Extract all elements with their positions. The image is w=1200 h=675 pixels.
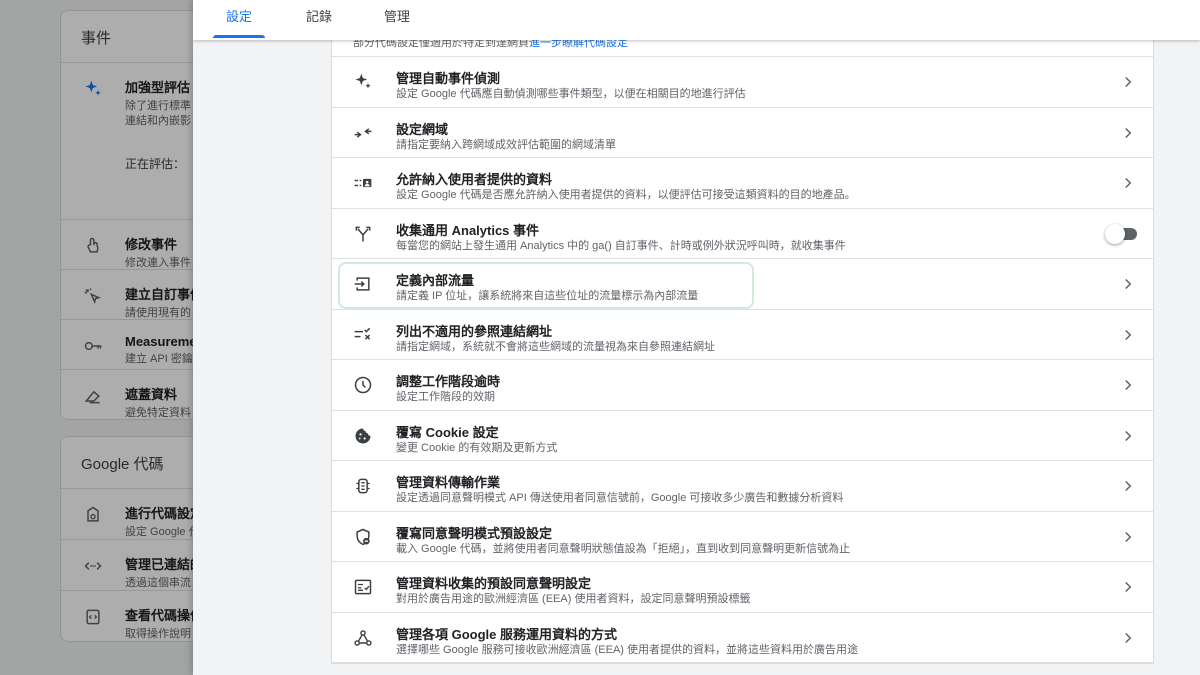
setting-session-timeout[interactable]: 調整工作階段逾時 設定工作階段的效期 — [332, 360, 1153, 411]
chevron-right-icon[interactable] — [1119, 326, 1137, 344]
setting-user-provided-data[interactable]: 允許納入使用者提供的資料 設定 Google 代碼是否應允許納入使用者提供的資料… — [332, 158, 1153, 209]
setting-override-cookie[interactable]: 覆寫 Cookie 設定 變更 Cookie 的有效期及更新方式 — [332, 411, 1153, 461]
user-data-icon — [353, 173, 373, 193]
sparkle-icon — [353, 72, 373, 92]
chevron-right-icon[interactable] — [1119, 174, 1137, 192]
chevron-right-icon[interactable] — [1119, 629, 1137, 647]
list-exclude-icon — [353, 325, 373, 345]
chevron-right-icon[interactable] — [1119, 73, 1137, 91]
chevron-right-icon[interactable] — [1119, 427, 1137, 445]
setting-consent-mode-default[interactable]: 覆寫同意聲明模式預設設定 載入 Google 代碼，並將使用者同意聲明狀態值設為… — [332, 512, 1153, 562]
collect-ua-events-toggle[interactable] — [1105, 223, 1139, 244]
tab-bar: 設定 記錄 管理 — [193, 0, 1200, 40]
tab-admin[interactable]: 管理 — [371, 0, 423, 40]
clock-icon — [353, 375, 373, 395]
data-transfer-icon — [353, 476, 373, 496]
active-tab-indicator — [213, 35, 265, 38]
chevron-right-icon[interactable] — [1119, 528, 1137, 546]
tag-settings-drawer: 設定 記錄 管理 部分代碼設定僅適用於特定到達網頁進一步瞭解代碼設定 管理自動事… — [193, 0, 1200, 675]
tab-settings[interactable]: 設定 — [213, 0, 265, 40]
merge-arrows-icon — [353, 123, 373, 143]
cookie-icon — [353, 426, 373, 446]
chevron-right-icon[interactable] — [1119, 275, 1137, 293]
setting-default-consent-collection[interactable]: 管理資料收集的預設同意聲明設定 對用於廣告用途的歐洲經濟區 (EEA) 使用者資… — [332, 562, 1153, 613]
checklist-icon — [353, 577, 373, 597]
tab-history[interactable]: 記錄 — [293, 0, 345, 40]
setting-collect-ua-events[interactable]: 收集通用 Analytics 事件 每當您的網站上發生通用 Analytics … — [332, 209, 1153, 259]
setting-auto-event-detection[interactable]: 管理自動事件偵測 設定 Google 代碼應自動偵測哪些事件類型，以便在相關目的… — [332, 57, 1153, 108]
hub-icon — [353, 628, 373, 648]
setting-data-transfers[interactable]: 管理資料傳輸作業 設定透過同意聲明模式 API 傳送使用者同意信號前，Googl… — [332, 461, 1153, 512]
chevron-right-icon[interactable] — [1119, 376, 1137, 394]
chevron-right-icon[interactable] — [1119, 578, 1137, 596]
fork-icon — [353, 224, 373, 244]
login-icon — [353, 274, 373, 294]
setting-define-internal-traffic[interactable]: 定義內部流量 請定義 IP 位址，讓系統將來自這些位址的流量標示為內部流量 — [332, 259, 1153, 310]
chevron-right-icon[interactable] — [1119, 477, 1137, 495]
setting-unwanted-referrals[interactable]: 列出不適用的參照連結網址 請指定網域，系統就不會將這些網域的流量視為來自參照連結… — [332, 310, 1153, 360]
settings-list: 部分代碼設定僅適用於特定到達網頁進一步瞭解代碼設定 管理自動事件偵測 設定 Go… — [331, 6, 1154, 664]
setting-configure-domains[interactable]: 設定網域 請指定要納入跨網域成效評估範圍的網域清單 — [332, 108, 1153, 158]
consent-shield-icon — [353, 527, 373, 547]
toggle-knob — [1105, 223, 1125, 244]
setting-google-services-data-use[interactable]: 管理各項 Google 服務運用資料的方式 選擇哪些 Google 服務可接收歐… — [332, 613, 1153, 663]
chevron-right-icon[interactable] — [1119, 124, 1137, 142]
